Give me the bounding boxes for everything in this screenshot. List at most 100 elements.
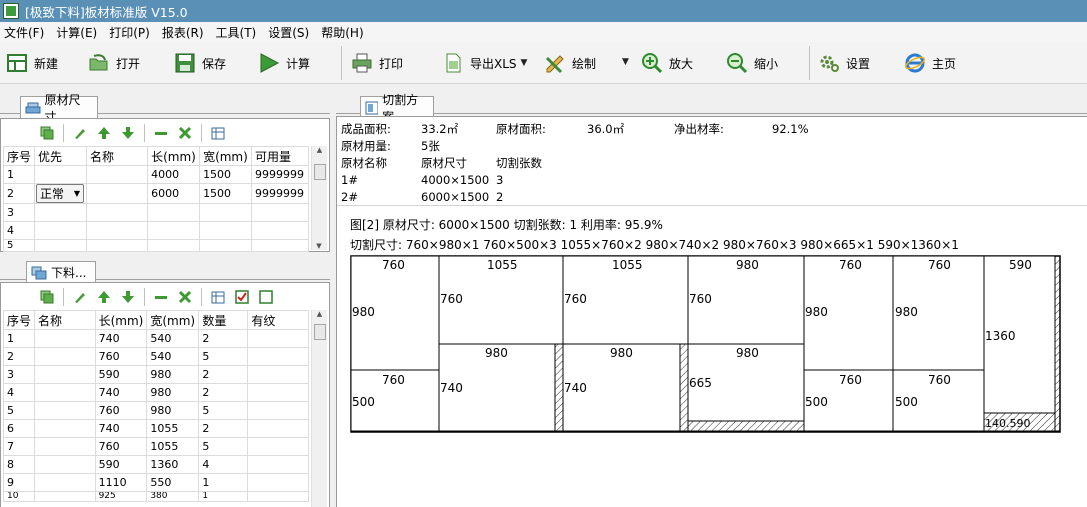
table-row[interactable]: 10 925 380 1 xyxy=(2,491,309,502)
grid-icon[interactable] xyxy=(206,286,230,308)
cell[interactable] xyxy=(85,239,149,252)
close-icon[interactable] xyxy=(173,122,197,144)
cell[interactable]: 5 xyxy=(198,401,249,420)
cell[interactable]: 4 xyxy=(198,455,249,474)
column-header[interactable]: 序号 xyxy=(2,146,36,166)
cell[interactable]: 760 xyxy=(94,347,148,366)
cell[interactable]: 9999999 xyxy=(251,183,309,204)
table-row[interactable]: 5 760 980 5 xyxy=(2,401,309,420)
cell[interactable] xyxy=(34,203,87,222)
column-header[interactable]: 可用量 xyxy=(251,146,309,166)
cutting-layout-diagram[interactable]: 760 980 760 500 1055 760 980 740 1055 76… xyxy=(350,255,1063,435)
cell[interactable]: 540 xyxy=(146,329,200,348)
cell[interactable] xyxy=(247,437,309,456)
cell[interactable]: 1055 xyxy=(146,437,200,456)
column-header[interactable]: 长(mm) xyxy=(147,146,201,166)
cell[interactable]: 980 xyxy=(146,365,200,384)
cell[interactable] xyxy=(34,383,96,402)
scroll-thumb[interactable] xyxy=(314,164,326,180)
print-button[interactable]: 打印 xyxy=(351,42,403,84)
edit-icon[interactable] xyxy=(68,286,92,308)
checkbox-empty-icon[interactable] xyxy=(254,286,278,308)
cell[interactable] xyxy=(199,221,253,240)
menu-file[interactable]: 文件(F) xyxy=(4,24,44,41)
cell[interactable] xyxy=(247,473,309,492)
cell[interactable] xyxy=(34,455,96,474)
column-header[interactable]: 宽(mm) xyxy=(199,146,253,166)
tab-cut-list[interactable]: 下料... xyxy=(26,261,96,283)
scroll-up-icon[interactable]: ▲ xyxy=(312,310,327,320)
new-button[interactable]: 新建 xyxy=(6,42,58,84)
cell[interactable] xyxy=(85,183,149,204)
table-row[interactable]: 4 740 980 2 xyxy=(2,383,309,402)
cell[interactable] xyxy=(34,419,96,438)
menu-calc[interactable]: 计算(E) xyxy=(56,24,97,41)
menu-help[interactable]: 帮助(H) xyxy=(321,24,363,41)
table-row[interactable]: 4 xyxy=(2,221,309,240)
cell[interactable] xyxy=(147,203,201,222)
open-button[interactable]: 打开 xyxy=(88,42,140,84)
cell[interactable]: 760 xyxy=(94,401,148,420)
draw-button[interactable]: 绘制 xyxy=(544,42,596,84)
cell[interactable] xyxy=(34,221,87,240)
scroll-up-icon[interactable]: ▲ xyxy=(312,146,327,156)
cell[interactable] xyxy=(247,329,309,348)
cell[interactable] xyxy=(247,455,309,474)
edit-icon[interactable] xyxy=(68,122,92,144)
table-row[interactable]: 5 xyxy=(2,239,309,252)
cell[interactable]: 6000 xyxy=(147,183,201,204)
checkbox-checked-icon[interactable] xyxy=(230,286,254,308)
cell[interactable]: 4 xyxy=(2,383,36,402)
cell[interactable]: 1360 xyxy=(146,455,200,474)
cell[interactable]: 925 xyxy=(94,491,148,502)
cell[interactable]: 2 xyxy=(2,347,36,366)
menu-tools[interactable]: 工具(T) xyxy=(216,24,257,41)
arrow-up-icon[interactable] xyxy=(92,286,116,308)
cell[interactable] xyxy=(34,491,96,502)
cell[interactable] xyxy=(247,419,309,438)
tab-raw-material[interactable]: 原材尺寸 xyxy=(20,93,98,124)
cell[interactable]: 3 xyxy=(2,203,36,222)
tab-cutting-plan[interactable]: 切割方案 xyxy=(360,93,434,124)
cell[interactable]: 1 xyxy=(2,329,36,348)
cell[interactable]: 540 xyxy=(146,347,200,366)
calc-button[interactable]: 计算 xyxy=(258,42,310,84)
zoom-out-button[interactable]: 缩小 xyxy=(726,42,778,84)
copy-icon[interactable] xyxy=(35,286,59,308)
cell[interactable]: 2 xyxy=(198,329,249,348)
table-row[interactable]: 8 590 1360 4 xyxy=(2,455,309,474)
summary-row[interactable]: 1# 4000×1500 3 xyxy=(341,171,832,188)
priority-cell[interactable]: 正常 ▼ xyxy=(34,183,87,204)
cell[interactable]: 2 xyxy=(2,183,36,204)
arrow-up-icon[interactable] xyxy=(92,122,116,144)
column-header[interactable]: 名称 xyxy=(34,310,96,330)
cell[interactable]: 1 xyxy=(2,165,36,184)
cell[interactable] xyxy=(34,347,96,366)
minus-icon[interactable] xyxy=(149,122,173,144)
table-row[interactable]: 7 760 1055 5 xyxy=(2,437,309,456)
cell[interactable] xyxy=(247,347,309,366)
cell[interactable]: 9 xyxy=(2,473,36,492)
cell[interactable]: 590 xyxy=(94,365,148,384)
cell[interactable]: 8 xyxy=(2,455,36,474)
cell[interactable]: 980 xyxy=(146,401,200,420)
cell[interactable]: 760 xyxy=(94,437,148,456)
cell[interactable]: 1500 xyxy=(199,165,253,184)
cell[interactable] xyxy=(199,203,253,222)
cell[interactable]: 980 xyxy=(146,383,200,402)
cell[interactable]: 5 xyxy=(2,401,36,420)
column-header[interactable]: 序号 xyxy=(2,310,36,330)
cell[interactable] xyxy=(251,221,309,240)
cell[interactable]: 5 xyxy=(198,347,249,366)
cell[interactable]: 2 xyxy=(198,419,249,438)
menu-report[interactable]: 报表(R) xyxy=(162,24,204,41)
chevron-down-icon[interactable]: ▼ xyxy=(622,57,629,67)
cell[interactable]: 6 xyxy=(2,419,36,438)
table-row[interactable]: 3 590 980 2 xyxy=(2,365,309,384)
cell[interactable]: 2 xyxy=(198,383,249,402)
cell[interactable] xyxy=(247,383,309,402)
cell[interactable]: 590 xyxy=(94,455,148,474)
save-button[interactable]: 保存 xyxy=(174,42,226,84)
table-row[interactable]: 3 xyxy=(2,203,309,222)
cell[interactable] xyxy=(247,401,309,420)
